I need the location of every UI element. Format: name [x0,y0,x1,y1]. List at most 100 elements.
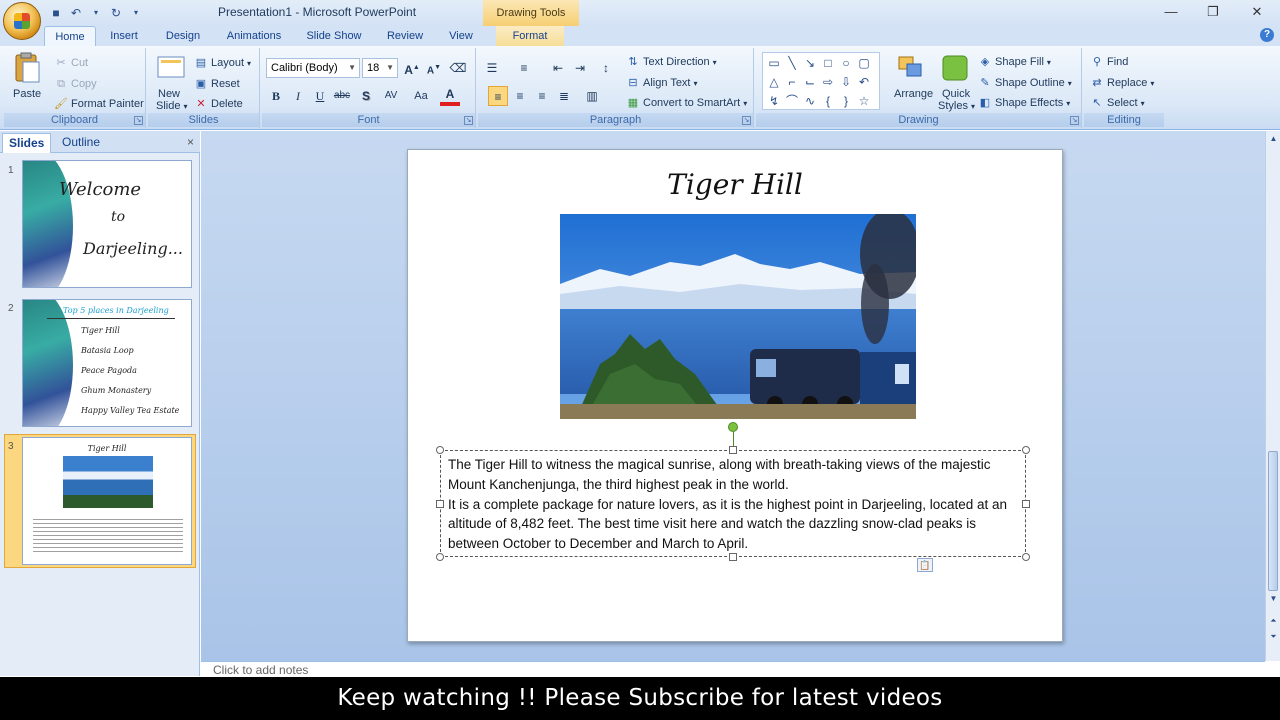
right-brace-shape-icon[interactable]: } [837,92,855,110]
office-button[interactable] [3,2,41,40]
star-shape-icon[interactable]: ☆ [855,92,873,110]
new-slide-icon[interactable] [156,54,188,84]
drawing-launcher-icon[interactable]: ↘ [1070,116,1079,125]
right-arrow-shape-icon[interactable]: ⇨ [819,73,837,91]
previous-slide-icon[interactable]: ⏶ [1268,615,1279,626]
cut-button[interactable]: ✂ Cut [54,56,88,70]
tab-outline[interactable]: Outline [56,133,106,153]
strikethrough-button[interactable]: abc [332,86,352,106]
resize-handle-bottom[interactable] [729,553,737,561]
delete-button[interactable]: ✕ Delete [194,97,242,111]
line-shape-icon[interactable]: ╲ [783,54,801,72]
resize-handle-top-right[interactable] [1022,446,1030,454]
quick-styles-label[interactable]: Quick [942,88,970,100]
rectangle-shape-icon[interactable]: □ [819,54,837,72]
restore-button[interactable]: ❐ [1192,0,1234,26]
content-text-box[interactable]: The Tiger Hill to witness the magical su… [436,446,1030,561]
tab-insert[interactable]: Insert [104,26,144,46]
paste-button[interactable]: Paste [13,88,41,100]
elbow-shape-icon[interactable]: ⌙ [801,73,819,91]
align-right-icon[interactable]: ≡ [532,86,552,106]
font-launcher-icon[interactable]: ↘ [464,116,473,125]
freeform-shape-icon[interactable]: ↯ [765,92,783,110]
reset-button[interactable]: ▣ Reset [194,77,240,91]
tab-design[interactable]: Design [160,26,206,46]
connector-shape-icon[interactable]: ⌐ [783,73,801,91]
slide-thumbnail-1[interactable]: Welcome to Darjeeling... [22,160,192,288]
tab-animations[interactable]: Animations [222,26,286,46]
copy-button[interactable]: ⧉ Copy [54,77,97,91]
left-brace-shape-icon[interactable]: { [819,92,837,110]
bold-button[interactable]: B [266,86,286,106]
minimize-button[interactable]: — [1150,0,1192,26]
underline-button[interactable]: U [310,86,330,106]
scroll-up-icon[interactable]: ▲ [1268,133,1279,144]
select-button[interactable]: ↖ Select ▾ [1090,96,1144,110]
resize-handle-top-left[interactable] [436,446,444,454]
paste-options-icon[interactable]: 📋 [917,558,933,572]
change-case-button[interactable]: Aa [408,86,434,106]
slide-thumbnail-3[interactable]: Tiger Hill [22,437,192,565]
curve-shape-icon[interactable]: ↶ [855,73,873,91]
paragraph-launcher-icon[interactable]: ↘ [742,116,751,125]
format-painter-button[interactable]: 🖌 Format Painter [54,97,144,111]
italic-button[interactable]: I [288,86,308,106]
shape-outline-button[interactable]: ✎ Shape Outline ▾ [978,76,1071,90]
new-slide-label[interactable]: New [158,88,180,100]
increase-indent-icon[interactable]: ⇥ [570,58,590,78]
font-size-combo[interactable]: 18 ▼ [362,58,398,78]
scroll-thumb[interactable] [1268,451,1278,591]
character-spacing-button[interactable]: AV [378,86,404,106]
notes-pane[interactable]: Click to add notes [201,661,1265,677]
oval-shape-icon[interactable]: ○ [837,54,855,72]
current-slide[interactable]: Tiger Hill The Tiger Hill to witness the… [407,149,1063,642]
next-slide-icon[interactable]: ⏷ [1268,631,1279,642]
find-button[interactable]: ⚲ Find [1090,55,1128,69]
help-icon[interactable]: ? [1260,28,1274,42]
decrease-indent-icon[interactable]: ⇤ [548,58,568,78]
resize-handle-left[interactable] [436,500,444,508]
rotation-handle[interactable] [728,422,738,432]
wave-shape-icon[interactable]: ∿ [801,92,819,110]
rounded-rect-shape-icon[interactable]: ▢ [855,54,873,72]
paste-icon[interactable] [12,52,44,83]
tab-home[interactable]: Home [44,26,96,46]
shrink-font-icon[interactable]: A▼ [424,58,444,78]
tab-view[interactable]: View [442,26,480,46]
resize-handle-bottom-right[interactable] [1022,553,1030,561]
triangle-shape-icon[interactable]: △ [765,73,783,91]
convert-smartart-button[interactable]: ▦ Convert to SmartArt ▾ [626,96,747,110]
tab-slide-show[interactable]: Slide Show [302,26,366,46]
arc-shape-icon[interactable]: ⌒ [783,92,801,110]
replace-button[interactable]: ⇄ Replace ▾ [1090,76,1154,90]
columns-icon[interactable]: ▥ [582,86,602,106]
text-direction-button[interactable]: ⇅ Text Direction ▾ [626,55,716,69]
quick-styles-icon[interactable] [940,54,972,84]
clipboard-launcher-icon[interactable]: ↘ [134,116,143,125]
align-center-icon[interactable]: ≡ [510,86,530,106]
resize-handle-bottom-left[interactable] [436,553,444,561]
tab-review[interactable]: Review [382,26,428,46]
slide-title[interactable]: Tiger Hill [408,168,1062,201]
align-text-button[interactable]: ⊟ Align Text ▾ [626,76,697,90]
line-spacing-icon[interactable]: ↕ [596,58,616,78]
arrow-line-shape-icon[interactable]: ↘ [801,54,819,72]
close-pane-icon[interactable]: × [187,135,194,149]
resize-handle-right[interactable] [1022,500,1030,508]
vertical-scrollbar[interactable]: ▲ ▼ ⏶ ⏷ [1265,131,1280,661]
grow-font-icon[interactable]: A▲ [402,58,422,78]
arrange-button[interactable]: Arrange [894,88,933,100]
shapes-gallery[interactable]: ▭ ╲ ↘ □ ○ ▢ △ ⌐ ⌙ ⇨ ⇩ ↶ ↯ ⌒ ∿ { } ☆ [762,52,880,110]
shape-effects-button[interactable]: ◧ Shape Effects ▾ [978,96,1071,110]
clear-formatting-icon[interactable]: ⌫ [448,58,468,78]
new-slide-label-2[interactable]: Slide ▾ [156,100,187,112]
numbering-icon[interactable]: ≡ [514,58,534,78]
font-color-button[interactable]: A [440,86,460,106]
paragraph-2[interactable]: It is a complete package for nature love… [448,495,1020,554]
tab-slides[interactable]: Slides [2,133,52,153]
layout-button[interactable]: ▤ Layout ▾ [194,56,251,70]
close-button[interactable]: ✕ [1236,0,1278,26]
tiger-hill-photo[interactable] [560,214,916,419]
resize-handle-top[interactable] [729,446,737,454]
justify-icon[interactable]: ≣ [554,86,574,106]
